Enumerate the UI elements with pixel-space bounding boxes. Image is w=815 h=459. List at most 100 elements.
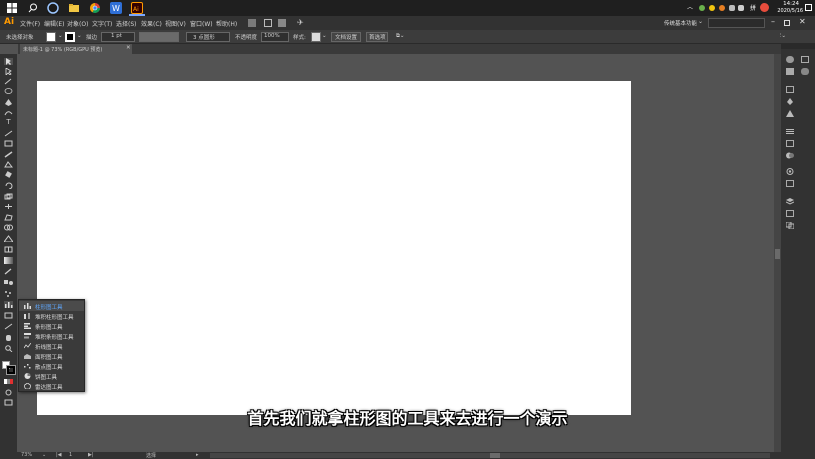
graphic-styles-icon[interactable] <box>786 180 794 187</box>
arrange-documents-icon[interactable]: ⧉⌄ <box>396 33 405 40</box>
illustrator-taskbar-icon[interactable]: Ai <box>131 2 143 14</box>
type-tool-icon[interactable]: T <box>4 119 13 126</box>
document-tab[interactable]: 未标题-1 @ 73% (RGB/GPU 预览) ✕ <box>20 44 132 54</box>
opacity-label[interactable]: 不透明度 <box>235 33 257 41</box>
perspective-grid-tool-icon[interactable] <box>3 235 14 243</box>
export-icon[interactable] <box>786 210 794 217</box>
gradient-tool-icon[interactable] <box>4 257 13 264</box>
maximize-icon[interactable] <box>784 20 790 26</box>
stack-layers-icon[interactable] <box>785 198 795 205</box>
artboard-nav-prev[interactable]: |◀ <box>56 452 62 458</box>
artboard-nav-next[interactable]: ▶| <box>88 452 94 458</box>
appearance-icon[interactable] <box>786 168 794 175</box>
close-icon[interactable]: ✕ <box>126 45 131 51</box>
area-graph-tool-item[interactable]: 面积图工具 <box>19 351 84 361</box>
line-graph-tool-item[interactable]: 折线图工具 <box>19 341 84 351</box>
menu-effect[interactable]: 效果(C) <box>141 19 162 28</box>
chevron-down-icon[interactable]: ⌄ <box>322 33 327 39</box>
layers-icon[interactable] <box>786 68 794 75</box>
artboards-icon[interactable] <box>785 221 795 230</box>
direct-selection-tool-icon[interactable] <box>4 67 13 76</box>
chevron-right-icon[interactable]: ▸ <box>196 452 199 458</box>
free-transform-tool-icon[interactable] <box>4 214 13 221</box>
menu-select[interactable]: 选择(S) <box>116 19 137 28</box>
paintbrush-tool-icon[interactable] <box>4 151 13 158</box>
scatter-graph-tool-item[interactable]: 散点图工具 <box>19 361 84 371</box>
column-graph-tool-item[interactable]: 柱形图工具 <box>19 301 84 311</box>
graphic-style-swatch[interactable] <box>311 32 321 42</box>
rotate-tool-icon[interactable] <box>4 182 13 190</box>
notification-icon[interactable] <box>805 4 812 11</box>
scale-tool-icon[interactable] <box>4 193 13 200</box>
vertical-scrollbar[interactable] <box>774 54 781 452</box>
search-icon[interactable] <box>27 2 39 14</box>
wps-icon[interactable]: W <box>110 2 122 14</box>
align-icon[interactable] <box>786 128 794 135</box>
menu-help[interactable]: 帮助(H) <box>216 19 237 28</box>
transform-icon[interactable] <box>786 140 794 147</box>
properties-icon[interactable] <box>801 56 809 63</box>
blend-tool-icon[interactable] <box>4 279 13 286</box>
scrollbar-thumb[interactable] <box>490 453 500 458</box>
chevron-down-icon[interactable]: ⌄ <box>77 33 82 39</box>
zoom-level[interactable]: 73% <box>21 452 32 458</box>
shape-builder-tool-icon[interactable] <box>4 224 13 231</box>
libraries-icon[interactable] <box>786 56 794 63</box>
stacked-bar-graph-tool-item[interactable]: 堆积条形图工具 <box>19 331 84 341</box>
arrange-icon[interactable] <box>264 19 272 27</box>
variable-width-profile[interactable] <box>139 32 179 42</box>
lasso-tool-icon[interactable] <box>4 88 13 95</box>
selection-tool-icon[interactable] <box>4 58 13 65</box>
radar-graph-tool-item[interactable]: 雷达图工具 <box>19 381 84 391</box>
pen-tool-icon[interactable] <box>4 99 13 106</box>
bridge-icon[interactable] <box>248 19 256 27</box>
slice-tool-icon[interactable] <box>4 323 13 330</box>
search-help-input[interactable] <box>708 18 765 28</box>
panel-menu-icon[interactable]: ⫶⌄ <box>780 33 786 40</box>
chevron-down-icon[interactable]: ⌄ <box>58 33 63 39</box>
stacked-column-graph-tool-item[interactable]: 堆积柱形图工具 <box>19 311 84 321</box>
canvas-area[interactable] <box>18 54 781 452</box>
menu-edit[interactable]: 编辑(E) <box>44 19 64 28</box>
clock-time[interactable]: 14:24 <box>783 1 799 7</box>
tray-app-icon[interactable] <box>709 5 715 11</box>
rectangle-tool-icon[interactable] <box>4 140 13 147</box>
artboard[interactable] <box>37 81 631 415</box>
eyedropper-tool-icon[interactable] <box>4 268 13 275</box>
menu-file[interactable]: 文件(F) <box>20 19 40 28</box>
browser-icon[interactable] <box>47 2 59 14</box>
chevron-up-icon[interactable]: ︿ <box>687 2 693 11</box>
cc-libraries-icon[interactable] <box>801 68 809 75</box>
file-explorer-icon[interactable] <box>68 2 80 14</box>
grid-icon[interactable] <box>278 19 286 27</box>
curvature-tool-icon[interactable] <box>4 109 13 116</box>
chevron-down-icon[interactable]: ⌄ <box>42 452 46 458</box>
network-icon[interactable] <box>729 5 735 11</box>
column-graph-tool-icon[interactable] <box>4 301 13 308</box>
stroke-color-swatch[interactable] <box>65 32 75 42</box>
publish-icon[interactable]: ✈ <box>297 18 304 27</box>
fill-stroke-swatches[interactable] <box>2 361 16 375</box>
tray-app-icon[interactable] <box>699 5 705 11</box>
fill-color-swatch[interactable] <box>46 32 56 42</box>
close-icon[interactable]: ✕ <box>799 17 806 26</box>
ime-indicator[interactable]: 拼 <box>750 3 756 12</box>
symbols-icon[interactable] <box>786 110 794 117</box>
artboard-number[interactable]: 1 <box>69 452 72 458</box>
zoom-tool-icon[interactable] <box>4 345 13 353</box>
menu-object[interactable]: 对象(O) <box>67 19 88 28</box>
horizontal-scrollbar[interactable] <box>210 453 770 458</box>
chevron-down-icon[interactable]: ⌄ <box>698 18 703 25</box>
stroke-swatch[interactable] <box>6 365 16 375</box>
menu-type[interactable]: 文字(T) <box>92 19 112 28</box>
pathfinder-icon[interactable] <box>786 152 794 159</box>
shaper-tool-icon[interactable] <box>4 161 14 168</box>
menu-window[interactable]: 窗口(W) <box>190 19 213 28</box>
artboard-tool-icon[interactable] <box>4 312 13 319</box>
scrollbar-thumb[interactable] <box>775 249 780 259</box>
sogou-icon[interactable] <box>760 3 769 12</box>
chrome-icon[interactable] <box>89 2 101 14</box>
draw-mode-icon[interactable] <box>4 389 13 396</box>
menu-view[interactable]: 视图(V) <box>165 19 186 28</box>
color-mode-icon[interactable] <box>4 378 13 385</box>
